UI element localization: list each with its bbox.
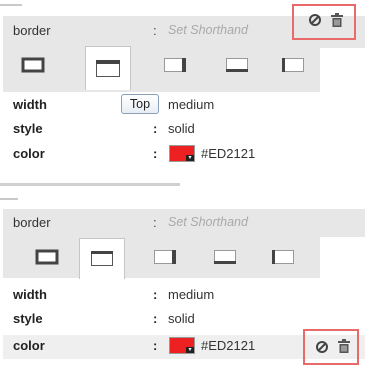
style-label: style bbox=[13, 311, 43, 326]
style-row: style : solid bbox=[3, 308, 365, 330]
border-panel-2: border : Set Shorthand width: medium st… bbox=[0, 198, 371, 368]
separator: : bbox=[153, 311, 158, 326]
all-borders-icon bbox=[21, 57, 45, 73]
right-border-icon bbox=[154, 250, 176, 264]
style-value[interactable]: solid bbox=[168, 311, 195, 326]
tab-bottom[interactable] bbox=[203, 239, 247, 275]
separator: : bbox=[153, 121, 158, 136]
tab-top[interactable] bbox=[79, 238, 125, 279]
trash-icon[interactable] bbox=[337, 339, 351, 354]
color-row: color : ▾ #ED2121 bbox=[3, 143, 365, 165]
disable-icon[interactable] bbox=[308, 13, 322, 27]
chevron-down-icon: ▾ bbox=[186, 347, 194, 353]
left-border-icon bbox=[282, 58, 304, 72]
left-border-icon bbox=[272, 250, 294, 264]
tab-all-borders[interactable] bbox=[25, 239, 69, 275]
disable-icon[interactable] bbox=[315, 340, 329, 354]
width-value[interactable]: medium bbox=[168, 97, 214, 112]
style-label: style bbox=[13, 121, 43, 136]
width-label: width bbox=[13, 97, 47, 112]
right-border-icon bbox=[164, 58, 186, 72]
width-row: width : medium bbox=[3, 94, 365, 116]
separator: : bbox=[153, 338, 158, 353]
tab-left[interactable] bbox=[261, 239, 305, 275]
top-border-icon bbox=[91, 251, 113, 266]
border-panel-1: border : Set Shorthand width medium styl… bbox=[0, 0, 371, 186]
color-hex-value[interactable]: #ED2121 bbox=[201, 146, 255, 161]
tab-top[interactable] bbox=[85, 46, 131, 90]
panel-top-rule bbox=[0, 198, 18, 200]
separator: : bbox=[153, 215, 157, 230]
panel-divider bbox=[0, 183, 180, 186]
panel-top-rule bbox=[0, 4, 22, 6]
chevron-down-icon: ▾ bbox=[186, 155, 194, 161]
bottom-border-icon bbox=[214, 250, 236, 264]
shorthand-input[interactable]: Set Shorthand bbox=[168, 23, 248, 37]
bottom-border-icon bbox=[226, 58, 248, 72]
border-header: border : Set Shorthand bbox=[3, 209, 365, 237]
color-swatch-button[interactable]: ▾ bbox=[169, 337, 195, 354]
width-label: width bbox=[13, 287, 47, 302]
trash-icon[interactable] bbox=[330, 13, 344, 28]
color-label: color bbox=[13, 146, 45, 161]
shorthand-input[interactable]: Set Shorthand bbox=[168, 215, 248, 229]
tooltip-top: Top bbox=[121, 94, 159, 114]
tab-all-borders[interactable] bbox=[11, 47, 55, 83]
property-name: border bbox=[13, 215, 51, 230]
width-row: width : medium bbox=[3, 284, 365, 306]
tab-left[interactable] bbox=[271, 47, 315, 83]
top-border-icon bbox=[96, 59, 120, 77]
tab-bottom[interactable] bbox=[215, 47, 259, 83]
property-name: border bbox=[13, 23, 51, 38]
color-hex-value[interactable]: #ED2121 bbox=[201, 338, 255, 353]
tab-right[interactable] bbox=[153, 47, 197, 83]
tab-right[interactable] bbox=[143, 239, 187, 275]
color-label: color bbox=[13, 338, 45, 353]
width-value[interactable]: medium bbox=[168, 287, 214, 302]
separator: : bbox=[153, 146, 158, 161]
style-row: style : solid bbox=[3, 118, 365, 140]
color-swatch-button[interactable]: ▾ bbox=[169, 145, 195, 162]
all-borders-icon bbox=[35, 249, 59, 265]
style-value[interactable]: solid bbox=[168, 121, 195, 136]
separator: : bbox=[153, 287, 158, 302]
border-side-tabs bbox=[3, 46, 320, 92]
panel-actions-highlight bbox=[292, 4, 356, 40]
border-side-tabs bbox=[3, 237, 320, 279]
row-actions-highlight bbox=[303, 329, 359, 365]
separator: : bbox=[153, 23, 157, 38]
